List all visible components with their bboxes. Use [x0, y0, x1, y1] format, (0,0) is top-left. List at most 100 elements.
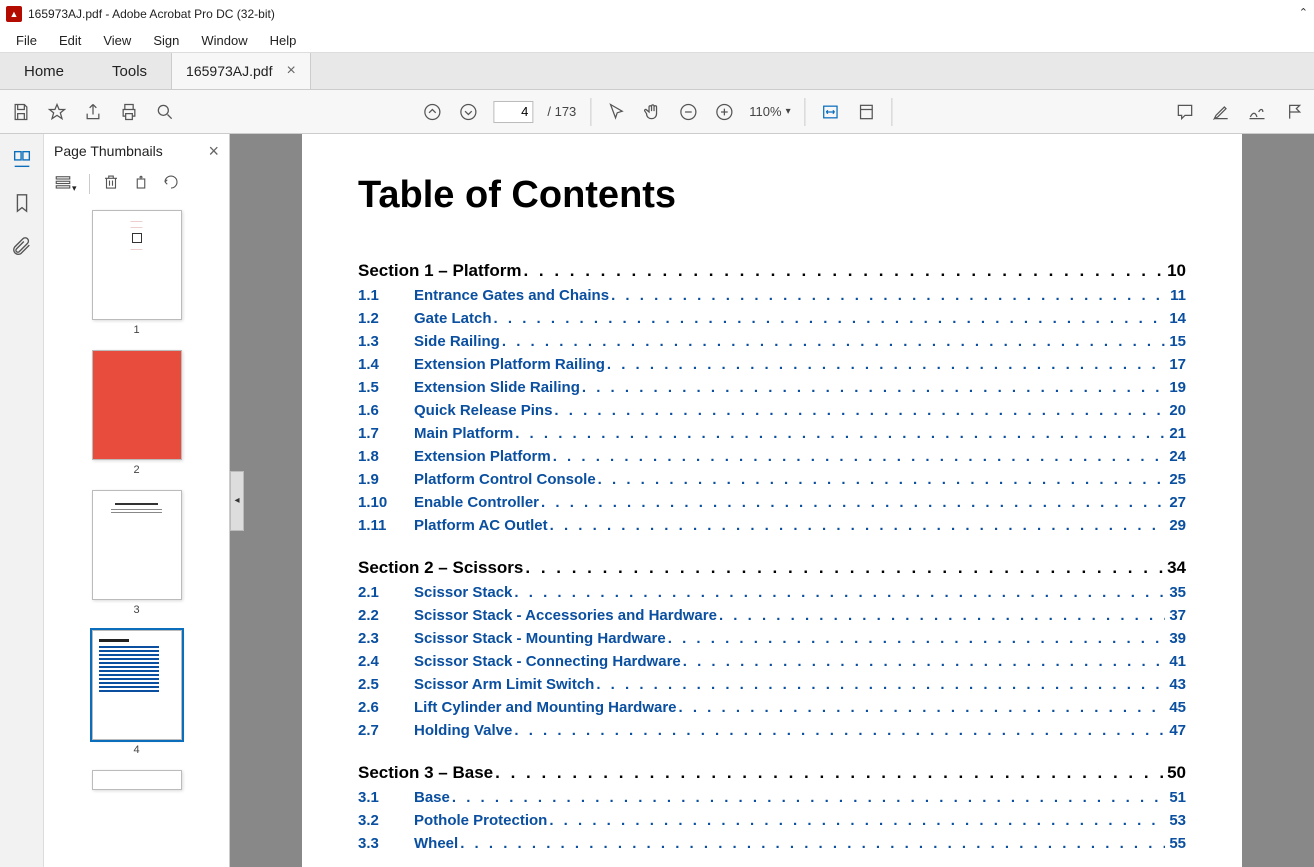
toc-entry[interactable]: 3.3Wheel. . . . . . . . . . . . . . . . …: [358, 835, 1186, 852]
thumbnail-number: 1: [133, 324, 139, 336]
more-tools-icon[interactable]: [1282, 101, 1304, 123]
page-down-icon[interactable]: [457, 101, 479, 123]
toc-entry[interactable]: 1.4Extension Platform Railing. . . . . .…: [358, 356, 1186, 373]
save-icon[interactable]: [10, 101, 32, 123]
entry-page: 41: [1169, 653, 1186, 670]
thumbnail-4[interactable]: 4: [92, 630, 182, 756]
toc-entry[interactable]: 2.1Scissor Stack. . . . . . . . . . . . …: [358, 584, 1186, 601]
page-total: / 173: [547, 104, 576, 119]
menu-window[interactable]: Window: [191, 31, 257, 50]
toc-entry[interactable]: 1.11Platform AC Outlet. . . . . . . . . …: [358, 517, 1186, 534]
collapse-panel-icon[interactable]: ◂: [230, 471, 244, 531]
dot-leader: . . . . . . . . . . . . . . . . . . . . …: [514, 584, 1165, 601]
highlight-icon[interactable]: [1210, 101, 1232, 123]
thumbnail-1[interactable]: ———————— ———— 1: [92, 210, 182, 336]
tab-tools[interactable]: Tools: [88, 53, 171, 89]
find-icon[interactable]: [154, 101, 176, 123]
options-icon[interactable]: ▾: [54, 173, 77, 196]
page-up-icon[interactable]: [421, 101, 443, 123]
toc-entry[interactable]: 1.8Extension Platform. . . . . . . . . .…: [358, 448, 1186, 465]
toc-entry[interactable]: 3.2Pothole Protection. . . . . . . . . .…: [358, 812, 1186, 829]
dot-leader: . . . . . . . . . . . . . . . . . . . . …: [553, 448, 1166, 465]
entry-label: Scissor Stack - Accessories and Hardware: [414, 607, 717, 624]
selection-icon[interactable]: [605, 101, 627, 123]
separator: [590, 98, 591, 126]
thumbnail-3[interactable]: 3: [92, 490, 182, 616]
page-number-input[interactable]: [493, 101, 533, 123]
entry-number: 2.6: [358, 699, 414, 716]
entry-number: 1.8: [358, 448, 414, 465]
entry-label: Scissor Stack - Mounting Hardware: [414, 630, 666, 647]
attachment-icon[interactable]: [11, 236, 33, 258]
hand-icon[interactable]: [641, 101, 663, 123]
section-page: 34: [1167, 558, 1186, 578]
dot-leader: . . . . . . . . . . . . . . . . . . . . …: [494, 310, 1166, 327]
tab-document[interactable]: 165973AJ.pdf ×: [171, 53, 311, 89]
entry-label: Entrance Gates and Chains: [414, 287, 609, 304]
dot-leader: . . . . . . . . . . . . . . . . . . . . …: [679, 699, 1166, 716]
entry-page: 47: [1169, 722, 1186, 739]
entry-page: 43: [1169, 676, 1186, 693]
dot-leader: . . . . . . . . . . . . . . . . . . . . …: [452, 789, 1165, 806]
thumbnail-number: 4: [133, 744, 139, 756]
fit-width-icon[interactable]: [820, 101, 842, 123]
entry-page: 55: [1169, 835, 1186, 852]
zoom-in-icon[interactable]: [713, 101, 735, 123]
thumbnails-icon[interactable]: [11, 148, 33, 170]
share-icon[interactable]: [82, 101, 104, 123]
toc-entry[interactable]: 1.7Main Platform. . . . . . . . . . . . …: [358, 425, 1186, 442]
page-title: Table of Contents: [358, 174, 1186, 217]
dot-leader: . . . . . . . . . . . . . . . . . . . . …: [668, 630, 1166, 647]
document-view[interactable]: ◂ Table of Contents Section 1 – Platform…: [230, 134, 1314, 867]
dot-leader: . . . . . . . . . . . . . . . . . . . . …: [541, 494, 1165, 511]
menu-help[interactable]: Help: [260, 31, 307, 50]
bookmark-icon[interactable]: [11, 192, 33, 214]
menu-sign[interactable]: Sign: [143, 31, 189, 50]
toc-entry[interactable]: 2.3Scissor Stack - Mounting Hardware. . …: [358, 630, 1186, 647]
menu-bar: File Edit View Sign Window Help: [0, 28, 1314, 52]
fit-page-icon[interactable]: [856, 101, 878, 123]
toc-entry[interactable]: 1.3Side Railing. . . . . . . . . . . . .…: [358, 333, 1186, 350]
rotate-icon[interactable]: [132, 173, 150, 196]
undo-icon[interactable]: [162, 173, 180, 196]
menu-edit[interactable]: Edit: [49, 31, 91, 50]
entry-label: Enable Controller: [414, 494, 539, 511]
print-icon[interactable]: [118, 101, 140, 123]
comment-icon[interactable]: [1174, 101, 1196, 123]
tab-home[interactable]: Home: [0, 53, 88, 89]
entry-label: Quick Release Pins: [414, 402, 552, 419]
toc-entry[interactable]: 1.5Extension Slide Railing. . . . . . . …: [358, 379, 1186, 396]
toc-entry[interactable]: 1.9Platform Control Console. . . . . . .…: [358, 471, 1186, 488]
tab-close-icon[interactable]: ×: [286, 62, 295, 80]
thumbnail-5[interactable]: [92, 770, 182, 790]
entry-number: 1.4: [358, 356, 414, 373]
toc-entry[interactable]: 2.5Scissor Arm Limit Switch. . . . . . .…: [358, 676, 1186, 693]
zoom-dropdown[interactable]: 110% ▾: [749, 104, 790, 119]
star-icon[interactable]: [46, 101, 68, 123]
toc-entry[interactable]: 1.2Gate Latch. . . . . . . . . . . . . .…: [358, 310, 1186, 327]
sign-icon[interactable]: [1246, 101, 1268, 123]
entry-number: 2.3: [358, 630, 414, 647]
menu-view[interactable]: View: [93, 31, 141, 50]
toc-entry[interactable]: 2.7Holding Valve. . . . . . . . . . . . …: [358, 722, 1186, 739]
toc-entry[interactable]: 1.10Enable Controller. . . . . . . . . .…: [358, 494, 1186, 511]
thumbnail-2[interactable]: 2: [92, 350, 182, 476]
panel-close-icon[interactable]: ×: [208, 141, 219, 162]
toc-entry[interactable]: 3.1Base. . . . . . . . . . . . . . . . .…: [358, 789, 1186, 806]
thumbnails-list[interactable]: ⌃ ———————— ———— 1 2 3: [44, 200, 229, 867]
zoom-out-icon[interactable]: [677, 101, 699, 123]
toc-entry[interactable]: 1.1Entrance Gates and Chains. . . . . . …: [358, 287, 1186, 304]
entry-number: 2.5: [358, 676, 414, 693]
entry-number: 3.2: [358, 812, 414, 829]
entry-number: 3.1: [358, 789, 414, 806]
menu-file[interactable]: File: [6, 31, 47, 50]
entry-page: 53: [1169, 812, 1186, 829]
entry-page: 25: [1169, 471, 1186, 488]
toc-entry[interactable]: 2.6Lift Cylinder and Mounting Hardware. …: [358, 699, 1186, 716]
dot-leader: . . . . . . . . . . . . . . . . . . . . …: [460, 835, 1165, 852]
delete-icon[interactable]: [102, 173, 120, 196]
toc-entry[interactable]: 1.6Quick Release Pins. . . . . . . . . .…: [358, 402, 1186, 419]
tab-document-label: 165973AJ.pdf: [186, 63, 272, 79]
toc-entry[interactable]: 2.2Scissor Stack - Accessories and Hardw…: [358, 607, 1186, 624]
toc-entry[interactable]: 2.4Scissor Stack - Connecting Hardware. …: [358, 653, 1186, 670]
